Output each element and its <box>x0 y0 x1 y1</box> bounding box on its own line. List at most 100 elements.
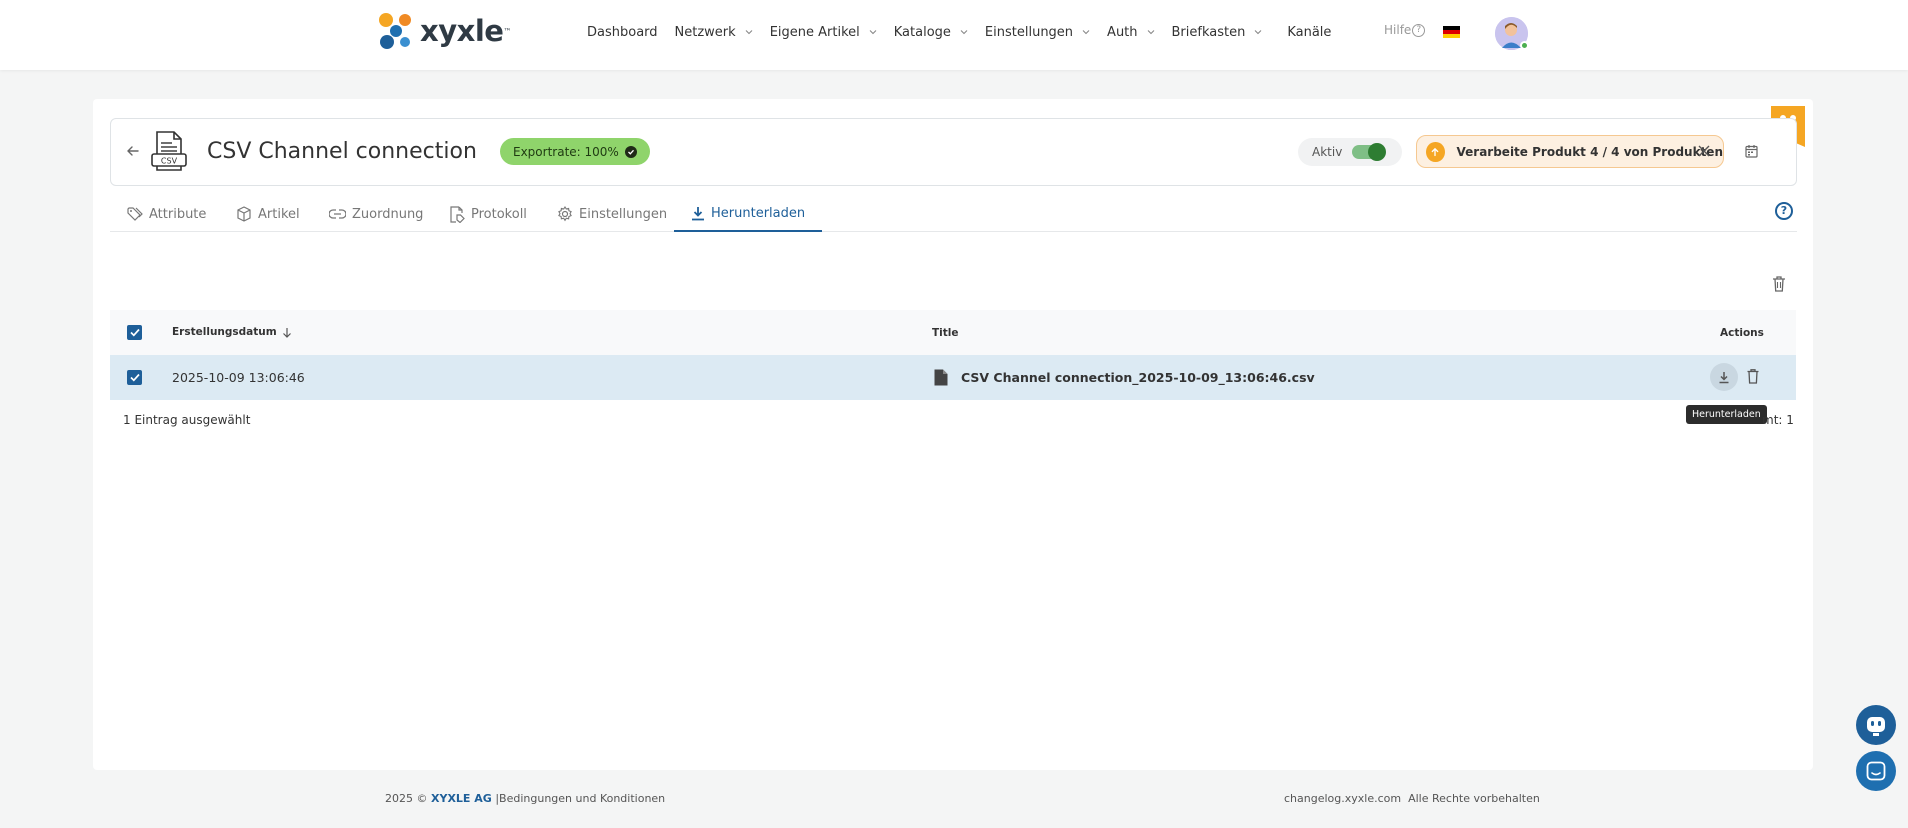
chevron-down-icon <box>745 30 753 35</box>
tab-attribute[interactable]: Attribute <box>127 196 206 232</box>
nav-item-einstellungen[interactable]: Einstellungen <box>985 25 1090 40</box>
column-header-actions: Actions <box>1720 327 1764 339</box>
tab-label: Einstellungen <box>579 206 668 222</box>
tab-bar: Attribute Artikel Zuordnung Protokoll Ei… <box>110 196 1797 232</box>
file-icon <box>934 369 948 386</box>
page-title: CSV Channel connection <box>207 139 477 164</box>
nav-item-label: Eigene Artikel <box>769 24 860 40</box>
calendar-icon[interactable] <box>1745 144 1758 158</box>
tag-icon <box>127 207 143 221</box>
nav-item-netzwerk[interactable]: Netzwerk <box>675 25 753 40</box>
download-icon <box>1719 371 1729 383</box>
main-nav: Dashboard Netzwerk Eigene Artikel Kataloge E… <box>587 22 1348 42</box>
nav-item-label: Einstellungen <box>984 24 1074 40</box>
table-row[interactable]: 2025-10-09 13:06:46 CSV Channel connecti… <box>110 355 1796 400</box>
tab-protokoll[interactable]: Protokoll <box>449 196 527 232</box>
download-button[interactable] <box>1710 363 1738 391</box>
de-flag-icon[interactable] <box>1443 26 1460 38</box>
arrow-up-icon <box>1426 141 1445 162</box>
processing-status: Verarbeite Produkt 4 / 4 von Produkten <box>1416 135 1724 168</box>
footer-left: 2025 © XYXLE AG |Bedingungen und Konditi… <box>385 792 665 805</box>
brand-name: xyxle <box>420 14 504 48</box>
tab-zuordnung[interactable]: Zuordnung <box>329 196 423 232</box>
csv-file-icon: CSV <box>151 131 187 171</box>
box-icon <box>237 206 251 222</box>
xyxle-logo-icon <box>379 13 411 49</box>
top-navbar: xyxle ™ Dashboard Netzwerk Eigene Artikel K… <box>0 0 1908 70</box>
download-tooltip: Herunterladen <box>1686 405 1767 424</box>
nav-item-label: Dashboard <box>587 24 658 40</box>
nav-item-label: Auth <box>1107 24 1138 40</box>
tab-label: Artikel <box>258 206 300 222</box>
footer-changelog-link[interactable]: changelog.xyxle.com <box>1284 792 1401 805</box>
footer-terms-link[interactable]: Bedingungen und Konditionen <box>499 792 665 805</box>
nav-item-kanäle[interactable]: Kanäle <box>1287 25 1331 40</box>
row-date: 2025-10-09 13:06:46 <box>172 370 305 385</box>
chevron-down-icon <box>1082 30 1090 35</box>
row-checkbox[interactable] <box>127 370 142 385</box>
bulk-delete-trash-icon[interactable] <box>1772 276 1786 292</box>
toggle-label: Aktiv <box>1312 145 1343 159</box>
delete-trash-icon[interactable] <box>1747 369 1759 384</box>
bot-assistant-button[interactable] <box>1856 705 1896 745</box>
chevron-down-icon <box>960 30 968 35</box>
column-header-label: Erstellungsdatum <box>172 326 277 338</box>
tab-label: Herunterladen <box>711 205 806 221</box>
nav-item-label: Kanäle <box>1287 24 1332 40</box>
brand-tm: ™ <box>503 26 512 36</box>
footer-right: changelog.xyxle.com Alle Rechte vorbehal… <box>1284 792 1540 805</box>
back-arrow-icon[interactable] <box>125 143 141 159</box>
nav-item-label: Netzwerk <box>674 24 736 40</box>
footer-rights: Alle Rechte vorbehalten <box>1408 792 1540 805</box>
chevron-down-icon <box>1147 30 1154 35</box>
help-label: Hilfe <box>1384 23 1412 37</box>
nav-item-eigene-artikel[interactable]: Eigene Artikel <box>770 25 877 40</box>
nav-item-kataloge[interactable]: Kataloge <box>894 25 968 40</box>
processing-text: Verarbeite Produkt 4 / 4 von Produkten <box>1456 144 1723 159</box>
question-icon: ? <box>1412 23 1426 37</box>
online-status-indicator <box>1520 41 1529 50</box>
tab-einstellungen[interactable]: Einstellungen <box>557 196 667 232</box>
help-link[interactable]: Hilfe ? <box>1384 23 1426 37</box>
link-icon <box>329 209 346 219</box>
table-header: Erstellungsdatum Title Actions <box>110 310 1796 355</box>
nav-item-label: Kataloge <box>893 24 951 40</box>
xyxle-logo[interactable]: xyxle ™ <box>378 12 511 50</box>
select-all-checkbox[interactable] <box>127 325 142 340</box>
robot-icon <box>1867 717 1885 736</box>
footer-company-link[interactable]: XYXLE AG <box>431 792 492 805</box>
toggle-knob <box>1368 143 1387 161</box>
download-icon <box>692 206 704 220</box>
gear-icon <box>558 206 572 222</box>
active-toggle-container: Aktiv <box>1298 138 1402 166</box>
selection-info: 1 Eintrag ausgewählt <box>123 413 251 427</box>
tab-label: Protokoll <box>471 206 527 222</box>
chat-support-button[interactable] <box>1856 751 1896 791</box>
footer-year: 2025 © <box>385 792 428 805</box>
nav-item-label: Briefkasten <box>1171 24 1246 40</box>
tab-label: Attribute <box>149 206 207 222</box>
avatar[interactable] <box>1495 17 1529 50</box>
csv-icon-label: CSV <box>161 157 178 166</box>
chat-icon <box>1866 761 1886 781</box>
export-rate-badge: Exportrate: 100% <box>500 138 650 165</box>
tab-herunterladen[interactable]: Herunterladen <box>674 196 823 232</box>
close-icon[interactable] <box>1697 144 1711 158</box>
active-toggle[interactable] <box>1352 143 1387 161</box>
tab-label: Zuordnung <box>352 206 424 222</box>
check-circle-icon <box>624 145 637 158</box>
tab-artikel[interactable]: Artikel <box>236 196 300 232</box>
help-circle-icon[interactable]: ? <box>1775 202 1793 220</box>
nav-item-auth[interactable]: Auth <box>1107 25 1154 40</box>
file-tag-icon <box>450 205 465 223</box>
chevron-down-icon <box>1254 30 1262 35</box>
chevron-down-icon <box>869 30 877 35</box>
row-title: CSV Channel connection_2025-10-09_13:06:… <box>961 370 1315 385</box>
export-rate-label: Exportrate: 100% <box>513 144 619 159</box>
column-header-erstellungsdatum[interactable]: Erstellungsdatum <box>172 326 292 338</box>
total-count: mt: 1 <box>1762 413 1794 427</box>
column-header-title: Title <box>932 327 959 339</box>
nav-item-briefkasten[interactable]: Briefkasten <box>1172 25 1263 40</box>
sort-down-icon <box>282 327 291 338</box>
nav-item-dashboard[interactable]: Dashboard <box>587 25 658 40</box>
